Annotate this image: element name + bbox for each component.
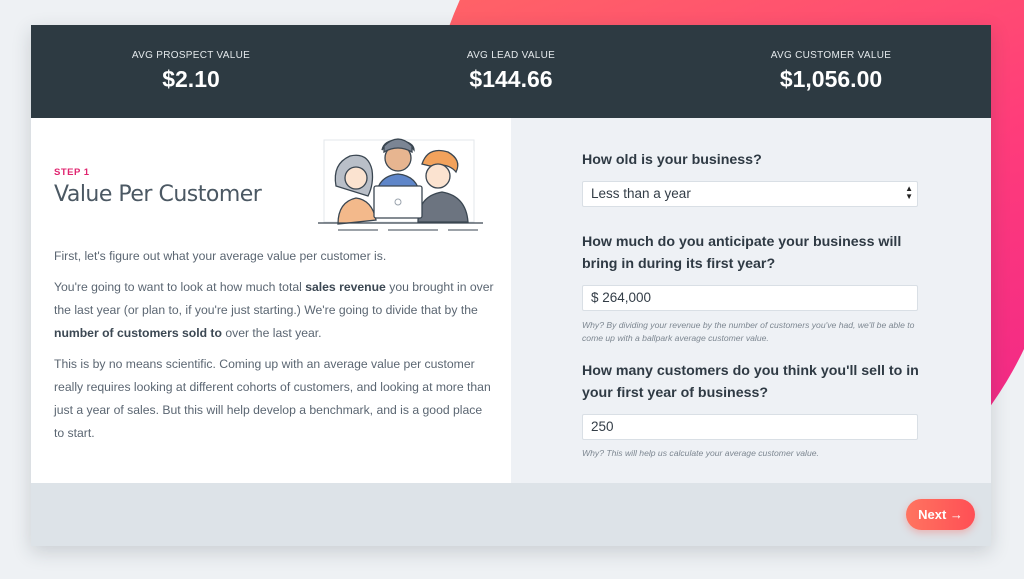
question-first-year-revenue: How much do you anticipate your business… (582, 234, 902, 272)
customers-sold-emphasis: number of customers sold to (54, 326, 222, 340)
team-illustration (318, 138, 483, 231)
intro-paragraph-3: This is by no means scientific. Coming u… (54, 357, 491, 440)
business-age-select[interactable]: Less than a year ▲ ▼ (582, 181, 918, 207)
question-business-age: How old is your business? (582, 152, 762, 168)
step-label: STEP 1 (54, 167, 90, 178)
intro-paragraph-1: First, let's figure out what your averag… (54, 249, 387, 263)
page-title: Value Per Customer (54, 182, 262, 207)
updown-arrows-icon: ▲ ▼ (905, 184, 913, 201)
sales-revenue-emphasis: sales revenue (305, 280, 386, 294)
customers-input[interactable]: 250 (582, 414, 918, 440)
next-button[interactable]: Next → (906, 499, 975, 530)
intro-paragraph-2: You're going to want to look at how much… (54, 276, 494, 345)
stat-value: $1,056.00 (779, 66, 883, 92)
step-content: STEP 1 Value Per Customer First, let's f… (31, 118, 991, 483)
stat-customer-value: AVG CUSTOMER VALUE $1,056.00 (671, 25, 991, 118)
intro-text: You're going to want to look at how much… (54, 280, 306, 294)
stat-prospect-value: AVG PROSPECT VALUE $2.10 (31, 25, 351, 118)
stat-label: AVG LEAD VALUE (466, 50, 556, 61)
question-customer-count: How many customers do you think you'll s… (582, 363, 919, 401)
stat-label: AVG PROSPECT VALUE (131, 50, 251, 61)
stat-lead-value: AVG LEAD VALUE $144.66 (351, 25, 671, 118)
customers-hint: Why? This will help us calculate your av… (582, 448, 819, 458)
stat-label: AVG CUSTOMER VALUE (770, 50, 892, 61)
form-panel: How old is your business? Less than a ye… (511, 118, 991, 483)
card-footer: Next → (31, 483, 991, 546)
intro-text: over the last year. (221, 326, 322, 340)
revenue-hint: Why? By dividing your revenue by the num… (582, 320, 915, 343)
stat-value: $2.10 (162, 66, 220, 92)
select-value: Less than a year (591, 186, 691, 201)
revenue-input[interactable]: $ 264,000 (582, 285, 918, 311)
explanation-panel: STEP 1 Value Per Customer First, let's f… (31, 118, 511, 483)
calculator-card: AVG PROSPECT VALUE $2.10 AVG LEAD VALUE … (31, 25, 991, 546)
stat-value: $144.66 (469, 66, 553, 92)
stats-bar: AVG PROSPECT VALUE $2.10 AVG LEAD VALUE … (31, 25, 991, 118)
